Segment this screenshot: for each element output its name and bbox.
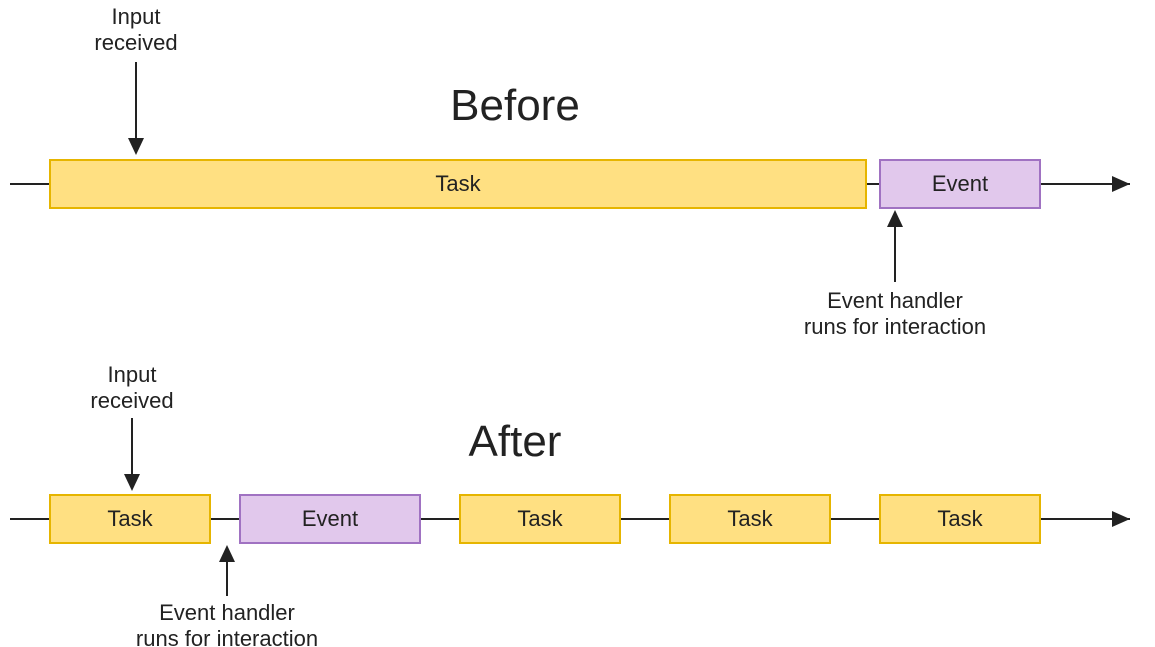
- before-handler-arrow-head: [887, 210, 903, 227]
- after-task-label-2: Task: [517, 506, 563, 531]
- before-input-annotation-l1: Input: [112, 4, 161, 29]
- after-timeline-arrowhead: [1112, 511, 1130, 527]
- after-task-label-4: Task: [937, 506, 983, 531]
- after-handler-annotation-l1: Event handler: [159, 600, 295, 625]
- after-input-annotation-l1: Input: [108, 362, 157, 387]
- before-timeline-arrowhead: [1112, 176, 1130, 192]
- before-input-annotation-l2: received: [94, 30, 177, 55]
- after-task-label-1: Task: [107, 506, 153, 531]
- after-event-label: Event: [302, 506, 358, 531]
- before-title: Before: [450, 81, 580, 130]
- before-input-arrow-head: [128, 138, 144, 155]
- after-input-annotation-l2: received: [90, 388, 173, 413]
- after-handler-arrow-head: [219, 545, 235, 562]
- before-handler-annotation-l2: runs for interaction: [804, 314, 986, 339]
- before-handler-annotation-l1: Event handler: [827, 288, 963, 313]
- diagram-svg: Before Task Event Input received Event h…: [0, 0, 1155, 647]
- before-task-label: Task: [435, 171, 481, 196]
- before-event-label: Event: [932, 171, 988, 196]
- after-input-arrow-head: [124, 474, 140, 491]
- after-task-label-3: Task: [727, 506, 773, 531]
- after-title: After: [469, 417, 562, 466]
- after-handler-annotation-l2: runs for interaction: [136, 626, 318, 647]
